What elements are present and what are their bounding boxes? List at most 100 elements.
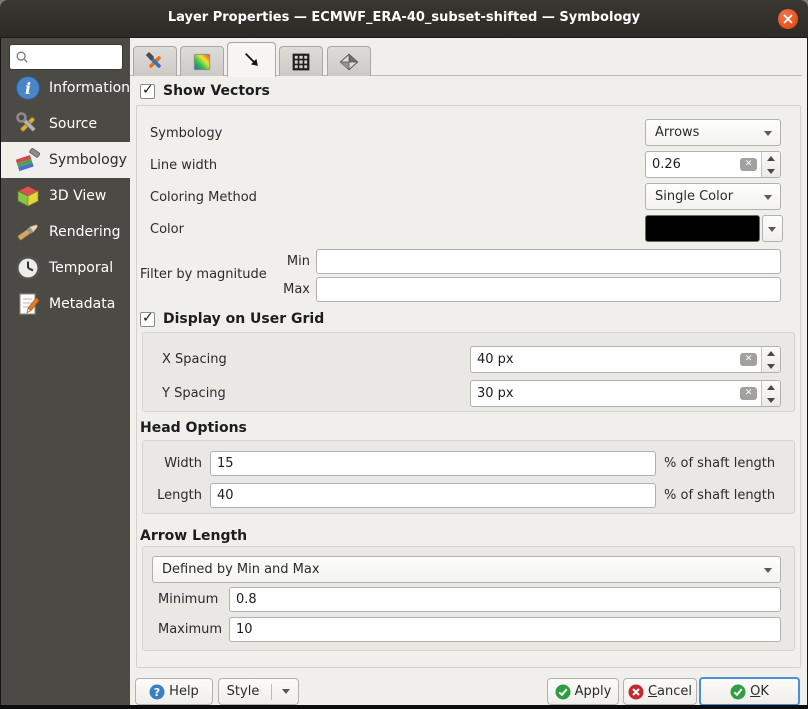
symbology-dropdown[interactable]: Arrows	[645, 119, 781, 146]
x-spacing-label: X Spacing	[162, 352, 227, 367]
3d-view-icon	[15, 183, 41, 209]
layer-properties-dialog: Layer Properties — ECMWF_ERA-40_subset-s…	[0, 0, 808, 709]
spin-down-icon[interactable]	[762, 360, 780, 373]
help-icon: ?	[149, 684, 165, 700]
max-label: Max	[270, 282, 310, 297]
sidebar-search-input[interactable]	[29, 50, 109, 64]
x-spacing-spinbox	[470, 346, 781, 373]
filter-min-input[interactable]	[316, 249, 781, 274]
head-options-title: Head Options	[140, 420, 247, 436]
arrow-max-input[interactable]	[229, 617, 781, 642]
help-button[interactable]: ? Help	[135, 678, 213, 705]
tab-averaging[interactable]	[327, 46, 371, 76]
color-swatch[interactable]	[645, 215, 760, 242]
chevron-down-icon	[764, 568, 772, 573]
color-widget	[645, 215, 783, 242]
spin-down-icon[interactable]	[762, 394, 780, 407]
spin-up-icon[interactable]	[762, 347, 780, 360]
tab-vectors[interactable]	[227, 42, 276, 77]
window-bottom-border	[0, 705, 808, 709]
show-vectors-checkbox[interactable]	[140, 84, 155, 99]
sidebar-item-temporal[interactable]: Temporal	[1, 250, 130, 286]
close-icon	[783, 14, 793, 24]
tab-mesh-frame[interactable]	[279, 46, 323, 76]
mesh-frame-icon	[291, 52, 311, 72]
style-button[interactable]: Style	[218, 678, 299, 705]
metadata-icon	[15, 291, 41, 317]
y-spacing-input[interactable]	[471, 381, 740, 406]
sidebar-item-label: Rendering	[49, 224, 121, 240]
sidebar-item-source[interactable]: Source	[1, 106, 130, 142]
coloring-method-value: Single Color	[655, 189, 733, 204]
tab-general-settings[interactable]	[133, 46, 177, 76]
cancel-button-label: Cancel	[648, 684, 692, 699]
close-button[interactable]	[778, 9, 798, 29]
sidebar-item-metadata[interactable]: Metadata	[1, 286, 130, 322]
head-width-input[interactable]	[210, 451, 656, 476]
cancel-x-icon	[628, 684, 644, 700]
arrow-max-label: Maximum	[158, 622, 222, 637]
chevron-down-icon	[768, 227, 776, 232]
user-grid-checkbox[interactable]	[140, 312, 155, 327]
head-length-suffix: % of shaft length	[664, 488, 775, 503]
sidebar-search[interactable]	[9, 44, 123, 70]
user-grid-label: Display on User Grid	[163, 311, 324, 327]
apply-button[interactable]: Apply	[547, 678, 619, 705]
general-settings-icon	[145, 52, 165, 72]
line-width-label: Line width	[150, 158, 217, 173]
chevron-down-icon	[282, 689, 290, 694]
arrow-min-input[interactable]	[229, 587, 781, 612]
arrow-length-method-dropdown[interactable]: Defined by Min and Max	[152, 556, 781, 583]
symbology-icon	[15, 147, 41, 173]
window-title: Layer Properties — ECMWF_ERA-40_subset-s…	[0, 10, 808, 25]
color-dropdown-button[interactable]	[762, 215, 783, 242]
apply-check-icon	[555, 684, 571, 700]
arrow-length-title: Arrow Length	[140, 528, 247, 544]
style-button-separator	[271, 684, 272, 700]
spin-down-icon[interactable]	[762, 165, 780, 178]
sidebar-item-label: Symbology	[49, 152, 127, 168]
color-label: Color	[150, 222, 184, 237]
contours-icon	[192, 52, 212, 72]
y-spacing-spinner	[761, 381, 780, 406]
sidebar-item-information[interactable]: i Information	[1, 70, 130, 106]
head-length-label: Length	[150, 488, 202, 503]
tab-contours[interactable]	[180, 46, 224, 76]
head-width-label: Width	[150, 456, 202, 471]
clear-icon[interactable]	[740, 158, 757, 171]
coloring-method-dropdown[interactable]: Single Color	[645, 183, 781, 210]
apply-button-label: Apply	[575, 684, 612, 699]
ok-button[interactable]: OK	[699, 677, 800, 706]
x-spacing-input[interactable]	[471, 347, 740, 372]
source-icon	[15, 111, 41, 137]
search-icon	[15, 50, 29, 64]
sidebar-item-label: Temporal	[49, 260, 113, 276]
style-button-label: Style	[227, 684, 260, 699]
clear-icon[interactable]	[740, 353, 757, 366]
svg-text:?: ?	[154, 686, 160, 699]
head-width-suffix: % of shaft length	[664, 456, 775, 471]
cancel-button[interactable]: Cancel	[623, 678, 697, 705]
chevron-down-icon	[764, 195, 772, 200]
info-icon: i	[15, 75, 41, 101]
line-width-input[interactable]	[646, 152, 740, 177]
sidebar-item-rendering[interactable]: Rendering	[1, 214, 130, 250]
sidebar-item-label: 3D View	[49, 188, 106, 204]
line-width-spinbox	[645, 151, 781, 178]
head-length-input[interactable]	[210, 483, 656, 508]
svg-text:i: i	[25, 79, 31, 98]
sidebar-item-symbology[interactable]: Symbology	[1, 142, 130, 178]
spin-up-icon[interactable]	[762, 381, 780, 394]
sidebar-item-3d-view[interactable]: 3D View	[1, 178, 130, 214]
vectors-icon	[242, 50, 262, 70]
rendering-icon	[15, 219, 41, 245]
temporal-icon	[15, 255, 41, 281]
symbology-value: Arrows	[655, 125, 699, 140]
min-label: Min	[270, 254, 310, 269]
averaging-icon	[339, 52, 359, 72]
filter-max-input[interactable]	[316, 277, 781, 302]
ok-button-label: OK	[750, 684, 769, 699]
y-spacing-label: Y Spacing	[162, 386, 226, 401]
spin-up-icon[interactable]	[762, 152, 780, 165]
clear-icon[interactable]	[740, 387, 757, 400]
